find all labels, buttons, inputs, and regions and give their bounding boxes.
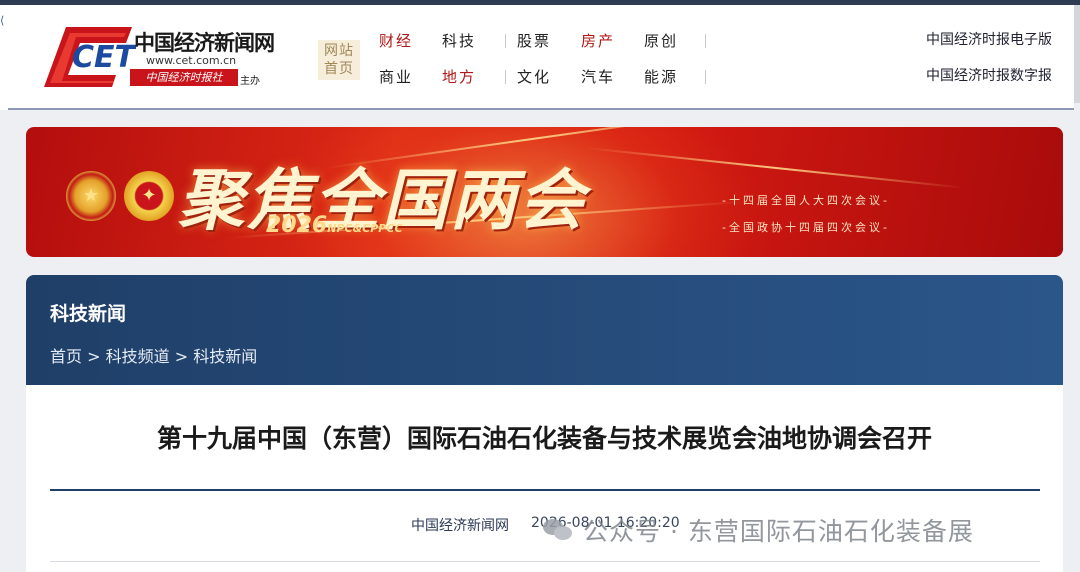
watermark-text: 公众号 · 东营国际石油石化装备展 xyxy=(583,517,974,546)
breadcrumb-separator: > xyxy=(87,347,101,366)
nav-item-realestate[interactable]: 房产 xyxy=(581,30,615,51)
logo-site-name: 中国经济新闻网 xyxy=(134,31,275,55)
nav-divider xyxy=(505,70,506,84)
logo-url: www.cet.com.cn xyxy=(146,54,237,67)
site-logo[interactable]: CET 中国经济新闻网 www.cet.com.cn 中国经济时报社 主办 xyxy=(36,25,296,95)
banner-subtitle-cppcc: -全国政协十四届四次会议- xyxy=(722,221,890,234)
article-source: 中国经济新闻网 xyxy=(411,518,509,534)
svg-text:CET: CET xyxy=(72,40,136,75)
nav-item-tech[interactable]: 科技 xyxy=(442,30,476,51)
digital-paper-link[interactable]: 中国经济时报数字报 xyxy=(926,65,1052,85)
section-header: 科技新闻 首页 > 科技频道 > 科技新闻 xyxy=(26,275,1063,385)
cet-logo-icon: CET xyxy=(44,27,136,87)
nav-item-local[interactable]: 地方 xyxy=(442,66,476,87)
banner-subtitle-npc: -十四届全国人大四次会议- xyxy=(722,194,890,207)
banner-year-number: 2026 xyxy=(266,213,328,238)
home-button[interactable]: 网站 首页 xyxy=(318,40,360,80)
nav-item-culture[interactable]: 文化 xyxy=(517,66,551,87)
breadcrumb-home[interactable]: 首页 xyxy=(50,347,82,366)
two-sessions-banner[interactable]: ★ ✦ 聚焦全国两会 2026NPC&CPPCC -十四届全国人大四次会议- -… xyxy=(26,127,1063,257)
logo-host-label: 主办 xyxy=(240,76,260,87)
nav-divider xyxy=(705,34,706,48)
nav-item-original[interactable]: 原创 xyxy=(644,30,678,51)
home-button-line2: 首页 xyxy=(324,61,354,77)
home-button-line1: 网站 xyxy=(324,43,354,59)
banner-tag: NPC&CPPCC xyxy=(327,222,403,235)
nav-item-business[interactable]: 商业 xyxy=(379,66,413,87)
site-header: CET 中国经济新闻网 www.cet.com.cn 中国经济时报社 主办 网站… xyxy=(8,5,1074,110)
national-emblem-icon: ★ xyxy=(66,171,116,221)
breadcrumb-tech-news[interactable]: 科技新闻 xyxy=(193,347,257,366)
banner-year: 2026NPC&CPPCC xyxy=(266,213,403,238)
nav-item-stocks[interactable]: 股票 xyxy=(517,30,551,51)
wechat-watermark: 公众号 · 东营国际石油石化装备展 xyxy=(543,512,974,548)
nav-item-finance[interactable]: 财经 xyxy=(379,30,413,51)
article-title: 第十九届中国（东营）国际石油石化装备与技术展览会油地协调会召开 xyxy=(156,424,932,453)
meta-divider xyxy=(50,561,1040,562)
edge-bracket-icon: ⟨ xyxy=(0,14,5,27)
breadcrumb: 首页 > 科技频道 > 科技新闻 xyxy=(50,343,257,367)
breadcrumb-separator: > xyxy=(174,347,189,366)
nav-item-energy[interactable]: 能源 xyxy=(644,66,678,87)
banner-subtitle-cppcc-text: 全国政协十四届四次会议 xyxy=(728,221,883,234)
title-divider xyxy=(50,489,1040,491)
logo-newspaper-name: 中国经济时报社 xyxy=(130,69,238,86)
banner-subtitle-npc-text: 十四届全国人大四次会议 xyxy=(728,194,883,207)
section-title: 科技新闻 xyxy=(50,303,127,325)
cppcc-emblem-icon: ✦ xyxy=(124,171,174,221)
nav-divider xyxy=(705,70,706,84)
nav-item-auto[interactable]: 汽车 xyxy=(581,66,615,87)
wechat-icon xyxy=(543,519,573,541)
nav-divider xyxy=(505,34,506,48)
scrollbar[interactable] xyxy=(1074,5,1080,103)
epaper-link[interactable]: 中国经济时报电子版 xyxy=(926,29,1052,49)
breadcrumb-tech-channel[interactable]: 科技频道 xyxy=(106,347,170,366)
